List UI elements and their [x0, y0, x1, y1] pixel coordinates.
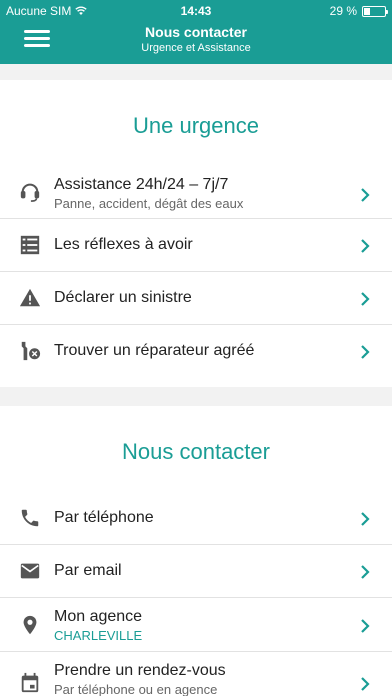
battery-fill [364, 7, 371, 15]
row-assistance[interactable]: Assistance 24h/24 – 7j/7 Panne, accident… [0, 164, 392, 219]
row-telephone[interactable]: Par téléphone [0, 492, 392, 545]
row-label: Trouver un réparateur agréé [54, 342, 255, 359]
agency-name: CHARLEVILLE [54, 628, 143, 643]
row-sublabel: Par téléphone ou en agence [54, 682, 218, 696]
row-label: Déclarer un sinistre [54, 289, 192, 306]
status-bar: Aucune SIM 14:43 29 % [0, 0, 392, 20]
battery-icon [362, 5, 388, 17]
chevron-right-icon [361, 512, 370, 526]
chevron-right-icon [361, 345, 370, 359]
calendar-icon [21, 672, 39, 693]
chevron-right-icon [361, 619, 370, 633]
chevron-right-icon [361, 565, 370, 579]
phone-icon [21, 509, 39, 527]
battery-percent: 29 % [329, 4, 357, 18]
row-reparateur[interactable]: Trouver un réparateur agréé [0, 325, 392, 378]
chevron-right-icon [361, 677, 370, 691]
urgence-title: Une urgence [133, 113, 259, 138]
status-right: 29 % [329, 4, 388, 18]
contact-section: Nous contacter Par téléphone Par email M… [0, 406, 392, 696]
row-label: Prendre un rendez-vous [54, 662, 226, 679]
urgence-section: Une urgence Assistance 24h/24 – 7j/7 Pan… [0, 80, 392, 387]
warning-icon [19, 288, 41, 307]
row-label: Par téléphone [54, 509, 154, 526]
app-header: Aucune SIM 14:43 29 % Nous contacter Urg… [0, 0, 392, 64]
row-sinistre[interactable]: Déclarer un sinistre [0, 272, 392, 325]
chevron-right-icon [361, 292, 370, 306]
row-email[interactable]: Par email [0, 545, 392, 598]
row-sublabel: Panne, accident, dégât des eaux [54, 196, 244, 211]
page-subtitle: Urgence et Assistance [141, 42, 251, 54]
headset-icon [20, 183, 40, 202]
row-label: Par email [54, 562, 122, 579]
chevron-right-icon [361, 239, 370, 253]
row-reflexes[interactable]: Les réflexes à avoir [0, 219, 392, 272]
row-agence[interactable]: Mon agence CHARLEVILLE [0, 598, 392, 652]
location-pin-icon [23, 615, 37, 635]
row-label: Les réflexes à avoir [54, 236, 193, 253]
row-label: Assistance 24h/24 – 7j/7 [54, 176, 229, 193]
page-title: Nous contacter [145, 24, 247, 40]
wrench-icon [21, 341, 41, 361]
email-icon [20, 563, 40, 579]
chevron-right-icon [361, 188, 370, 202]
contact-title: Nous contacter [122, 439, 270, 464]
row-rendez-vous[interactable]: Prendre un rendez-vous Par téléphone ou … [0, 652, 392, 696]
row-label: Mon agence [54, 608, 143, 625]
checklist-icon [20, 235, 40, 255]
